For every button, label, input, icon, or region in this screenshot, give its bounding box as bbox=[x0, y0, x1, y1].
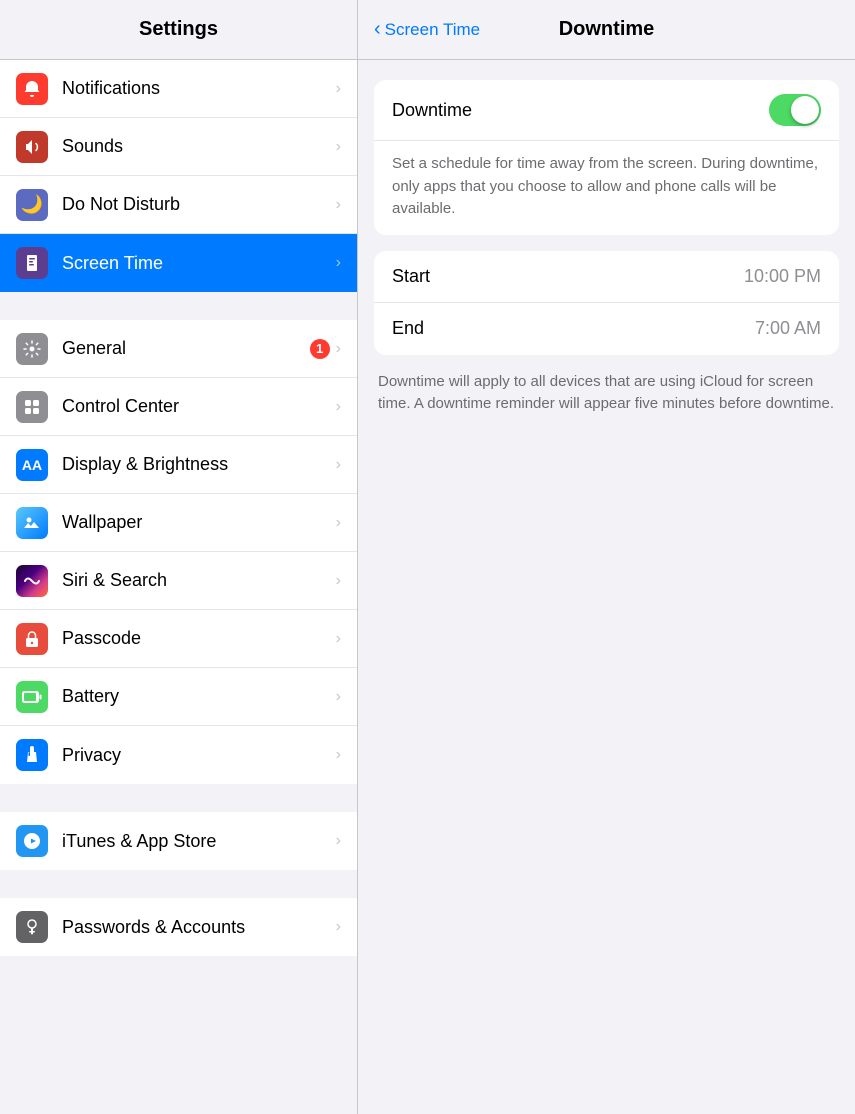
sidebar-item-general[interactable]: General 1 › bbox=[0, 320, 357, 378]
sounds-label: Sounds bbox=[62, 136, 336, 157]
header-left: Settings bbox=[0, 0, 358, 59]
back-chevron-icon: ‹ bbox=[374, 19, 381, 39]
downtime-description-1: Set a schedule for time away from the sc… bbox=[374, 141, 839, 235]
header-bar: Settings ‹ Screen Time Downtime bbox=[0, 0, 855, 60]
downtime-description-2: Downtime will apply to all devices that … bbox=[374, 371, 839, 416]
downtime-toggle-row[interactable]: Downtime bbox=[374, 80, 839, 141]
general-icon bbox=[16, 333, 48, 365]
sidebar-separator-2 bbox=[0, 784, 357, 812]
chevron-right-icon: › bbox=[336, 196, 341, 214]
chevron-right-icon: › bbox=[336, 254, 341, 272]
downtime-start-row[interactable]: Start 10:00 PM bbox=[374, 251, 839, 303]
sidebar-item-privacy[interactable]: Privacy › bbox=[0, 726, 357, 784]
control-center-label: Control Center bbox=[62, 396, 336, 417]
battery-label: Battery bbox=[62, 686, 336, 707]
display-brightness-label: Display & Brightness bbox=[62, 454, 336, 475]
settings-title: Settings bbox=[139, 18, 218, 41]
downtime-card-1: Downtime Set a schedule for time away fr… bbox=[374, 80, 839, 235]
start-label: Start bbox=[392, 266, 744, 287]
main-content: Notifications › Sounds › 🌙 Do Not Distur… bbox=[0, 60, 855, 1114]
right-panel: Downtime Set a schedule for time away fr… bbox=[358, 60, 855, 1114]
notifications-icon bbox=[16, 73, 48, 105]
chevron-right-icon: › bbox=[336, 80, 341, 98]
chevron-right-icon: › bbox=[336, 398, 341, 416]
display-brightness-icon: AA bbox=[16, 449, 48, 481]
screen-time-icon bbox=[16, 247, 48, 279]
do-not-disturb-icon: 🌙 bbox=[16, 189, 48, 221]
sounds-icon bbox=[16, 131, 48, 163]
chevron-right-icon: › bbox=[336, 832, 341, 850]
start-value: 10:00 PM bbox=[744, 266, 821, 287]
sidebar-item-screen-time[interactable]: Screen Time › bbox=[0, 234, 357, 292]
chevron-right-icon: › bbox=[336, 340, 341, 358]
header-right: ‹ Screen Time Downtime bbox=[358, 0, 855, 59]
general-badge: 1 bbox=[310, 339, 330, 359]
sidebar-item-passcode[interactable]: Passcode › bbox=[0, 610, 357, 668]
sidebar-item-display-brightness[interactable]: AA Display & Brightness › bbox=[0, 436, 357, 494]
control-center-icon bbox=[16, 391, 48, 423]
page-title: Downtime bbox=[559, 18, 655, 41]
sidebar-group-1: Notifications › Sounds › 🌙 Do Not Distur… bbox=[0, 60, 357, 292]
passwords-icon bbox=[16, 911, 48, 943]
back-button[interactable]: ‹ Screen Time bbox=[374, 20, 480, 40]
downtime-toggle[interactable] bbox=[769, 94, 821, 126]
privacy-icon bbox=[16, 739, 48, 771]
end-label: End bbox=[392, 318, 755, 339]
itunes-icon bbox=[16, 825, 48, 857]
sidebar-group-3: iTunes & App Store › bbox=[0, 812, 357, 870]
chevron-right-icon: › bbox=[336, 746, 341, 764]
sidebar-item-control-center[interactable]: Control Center › bbox=[0, 378, 357, 436]
chevron-right-icon: › bbox=[336, 514, 341, 532]
sidebar-item-itunes[interactable]: iTunes & App Store › bbox=[0, 812, 357, 870]
toggle-knob bbox=[791, 96, 819, 124]
passcode-label: Passcode bbox=[62, 628, 336, 649]
chevron-right-icon: › bbox=[336, 456, 341, 474]
notifications-label: Notifications bbox=[62, 78, 336, 99]
screen-time-label: Screen Time bbox=[62, 253, 336, 274]
sidebar-item-siri-search[interactable]: Siri & Search › bbox=[0, 552, 357, 610]
sidebar-item-sounds[interactable]: Sounds › bbox=[0, 118, 357, 176]
general-label: General bbox=[62, 338, 310, 359]
end-value: 7:00 AM bbox=[755, 318, 821, 339]
chevron-right-icon: › bbox=[336, 688, 341, 706]
wallpaper-icon bbox=[16, 507, 48, 539]
sidebar-item-do-not-disturb[interactable]: 🌙 Do Not Disturb › bbox=[0, 176, 357, 234]
back-label: Screen Time bbox=[385, 20, 480, 40]
sidebar-item-wallpaper[interactable]: Wallpaper › bbox=[0, 494, 357, 552]
sidebar-group-2: General 1 › Control Center › bbox=[0, 320, 357, 784]
battery-icon bbox=[16, 681, 48, 713]
itunes-label: iTunes & App Store bbox=[62, 831, 336, 852]
downtime-label: Downtime bbox=[392, 100, 769, 121]
chevron-right-icon: › bbox=[336, 630, 341, 648]
downtime-schedule-card: Start 10:00 PM End 7:00 AM bbox=[374, 251, 839, 355]
sidebar-separator-3 bbox=[0, 870, 357, 898]
do-not-disturb-label: Do Not Disturb bbox=[62, 194, 336, 215]
siri-search-label: Siri & Search bbox=[62, 570, 336, 591]
sidebar-item-notifications[interactable]: Notifications › bbox=[0, 60, 357, 118]
sidebar-group-4: Passwords & Accounts › bbox=[0, 898, 357, 956]
chevron-right-icon: › bbox=[336, 572, 341, 590]
wallpaper-label: Wallpaper bbox=[62, 512, 336, 533]
sidebar: Notifications › Sounds › 🌙 Do Not Distur… bbox=[0, 60, 358, 1114]
downtime-end-row[interactable]: End 7:00 AM bbox=[374, 303, 839, 355]
siri-icon bbox=[16, 565, 48, 597]
chevron-right-icon: › bbox=[336, 138, 341, 156]
sidebar-item-battery[interactable]: Battery › bbox=[0, 668, 357, 726]
passcode-icon bbox=[16, 623, 48, 655]
chevron-right-icon: › bbox=[336, 918, 341, 936]
sidebar-item-passwords[interactable]: Passwords & Accounts › bbox=[0, 898, 357, 956]
passwords-label: Passwords & Accounts bbox=[62, 917, 336, 938]
sidebar-separator-1 bbox=[0, 292, 357, 320]
privacy-label: Privacy bbox=[62, 745, 336, 766]
